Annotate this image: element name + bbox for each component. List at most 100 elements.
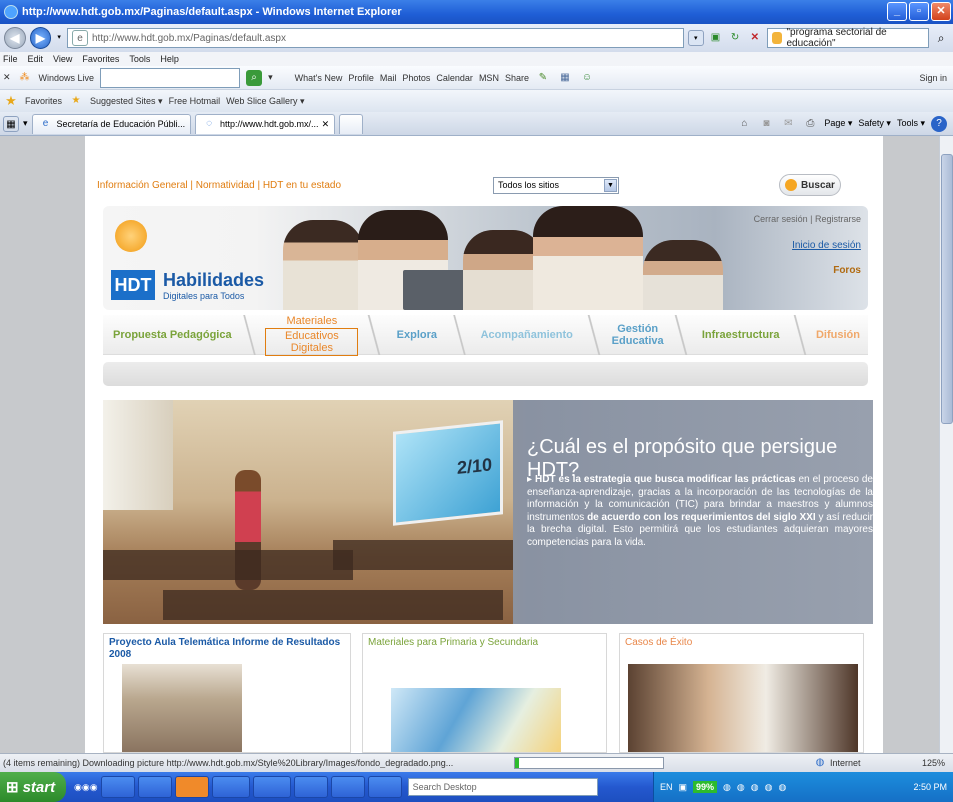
live-item-msn[interactable]: MSN — [479, 73, 499, 83]
nav-acompanamiento[interactable]: Acompañamiento — [467, 315, 586, 355]
forward-button[interactable]: ▶ — [29, 27, 52, 49]
quicklaunch-icon[interactable]: ◉ — [82, 782, 90, 793]
hero-banner[interactable]: 2/10 ¿Cuál es el propósito que persigue … — [103, 400, 873, 624]
nav-infraestructura[interactable]: Infraestructura — [689, 315, 792, 355]
tray-icon[interactable]: ◍ — [723, 782, 731, 793]
live-item-share[interactable]: Share — [505, 73, 529, 83]
search-field[interactable]: "programa sectorial de educación" — [766, 27, 930, 49]
live-item-mail[interactable]: Mail — [380, 73, 397, 83]
taskbar-window[interactable] — [137, 776, 172, 798]
fav-free-hotmail[interactable]: Free Hotmail — [169, 96, 221, 106]
taskbar-window[interactable] — [100, 776, 135, 798]
top-navigation[interactable]: Información General | Normatividad | HDT… — [97, 180, 341, 191]
live-search-button-icon[interactable]: ⌕ — [246, 69, 263, 86]
calendar-icon[interactable]: ▦ — [557, 70, 573, 86]
taskbar-window[interactable] — [174, 776, 209, 798]
fav-web-slice-gallery[interactable]: Web Slice Gallery ▾ — [226, 96, 304, 107]
search-icon[interactable]: ⌕ — [933, 30, 949, 46]
menu-help[interactable]: Help — [160, 54, 179, 64]
site-select[interactable]: Todos los sitios ▼ — [493, 177, 619, 194]
tab-close-icon[interactable]: ✕ — [322, 119, 330, 130]
tray-icon[interactable]: ◍ — [778, 782, 786, 793]
nav-materiales-educativos[interactable]: Materiales Educativos Digitales — [257, 315, 366, 356]
quicklaunch-icon[interactable]: ◉ — [90, 782, 98, 793]
safety-menu[interactable]: Safety ▾ — [858, 118, 891, 129]
quicklaunch-icon[interactable]: ◉ — [74, 782, 82, 793]
menu-tools[interactable]: Tools — [129, 54, 150, 64]
language-indicator[interactable]: EN — [660, 782, 673, 792]
forums-link[interactable]: Foros — [731, 265, 861, 276]
nav-gestion-educativa[interactable]: Gestión Educativa — [602, 315, 673, 355]
close-toolbar-icon[interactable]: ✕ — [3, 72, 11, 83]
maximize-button[interactable]: ▫ — [909, 2, 929, 21]
home-icon[interactable]: ⌂ — [736, 116, 752, 132]
stop-icon[interactable]: ✕ — [747, 30, 763, 46]
minimize-button[interactable]: _ — [887, 2, 907, 21]
tab-hdt[interactable]: ◌ http://www.hdt.gob.mx/... ✕ — [195, 113, 336, 134]
logout-register-links[interactable]: Cerrar sesión | Registrarse — [754, 214, 861, 224]
nav-difusion[interactable]: Difusión — [808, 315, 868, 355]
live-item-profile[interactable]: Profile — [348, 73, 374, 83]
fav-suggested-sites[interactable]: Suggested Sites ▾ — [90, 96, 163, 107]
menu-file[interactable]: File — [3, 54, 18, 64]
taskbar-window[interactable] — [252, 776, 291, 798]
close-button[interactable]: ✕ — [931, 2, 951, 21]
box-aula-telematica[interactable]: Proyecto Aula Telemática Informe de Resu… — [103, 633, 351, 753]
taskbar-window[interactable] — [211, 776, 250, 798]
compatibility-icon[interactable]: ▣ — [708, 30, 724, 46]
page-menu[interactable]: Page ▾ — [824, 118, 852, 129]
menu-edit[interactable]: Edit — [28, 54, 44, 64]
favorites-label[interactable]: Favorites — [25, 96, 62, 106]
search-button[interactable]: Buscar — [779, 174, 841, 196]
tab-sep[interactable]: e Secretaría de Educación Públi... — [31, 113, 192, 134]
messenger-icon[interactable]: ☺ — [579, 70, 595, 86]
chevron-down-icon[interactable]: ▾ — [55, 30, 63, 46]
live-item-whats-new[interactable]: What's New — [295, 73, 343, 83]
menu-view[interactable]: View — [53, 54, 72, 64]
new-tab-button[interactable] — [339, 113, 364, 134]
quick-tabs-icon[interactable]: ▦ — [3, 115, 19, 132]
feeds-icon[interactable]: ◙ — [758, 116, 774, 132]
live-item-photos[interactable]: Photos — [402, 73, 430, 83]
tray-icon[interactable]: ▣ — [679, 782, 688, 793]
live-search-input[interactable] — [100, 67, 241, 88]
tray-icon[interactable]: ◍ — [737, 782, 745, 793]
clock[interactable]: 2:50 PM — [913, 782, 953, 792]
dropdown-icon[interactable]: ▾ — [687, 30, 704, 46]
back-button[interactable]: ◀ — [4, 27, 26, 49]
windows-live-icon: ⁂ — [19, 71, 30, 83]
internet-zone-icon: ◍ — [815, 757, 825, 768]
add-favorite-icon[interactable]: ★ — [68, 93, 84, 109]
nav-explora[interactable]: Explora — [382, 315, 451, 355]
favorites-star-icon[interactable]: ★ — [3, 93, 19, 109]
zoom-level[interactable]: 125% — [922, 758, 945, 768]
address-field[interactable]: e http://www.hdt.gob.mx/Paginas/default.… — [66, 28, 684, 48]
start-button[interactable]: ⊞ start — [0, 772, 66, 802]
taskbar-window[interactable] — [293, 776, 328, 798]
taskbar-window[interactable] — [367, 776, 402, 798]
scrollbar-thumb[interactable] — [941, 154, 953, 424]
box-casos-exito[interactable]: Casos de Éxito — [619, 633, 864, 753]
tray-icon[interactable]: ◍ — [765, 782, 773, 793]
login-link[interactable]: Inicio de sesión — [731, 240, 861, 251]
print-icon[interactable]: ⎙ — [802, 116, 818, 132]
taskbar: ⊞ start ◉ ◉ ◉ Search Desktop EN ▣ 99% ◍ … — [0, 772, 953, 802]
box-materiales[interactable]: Materiales para Primaria y Secundaria — [362, 633, 607, 753]
tray-icon[interactable]: ◍ — [751, 782, 759, 793]
highlight-icon[interactable]: ✎ — [535, 70, 551, 86]
vertical-scrollbar[interactable] — [939, 136, 953, 753]
desktop-search-input[interactable]: Search Desktop — [407, 778, 598, 796]
mail-icon[interactable]: ✉ — [780, 116, 796, 132]
live-item-calendar[interactable]: Calendar — [436, 73, 473, 83]
help-icon[interactable]: ? — [931, 115, 947, 132]
tab-list-icon[interactable]: ▾ — [23, 118, 28, 129]
hdt-logo[interactable]: HDT — [111, 270, 155, 300]
sign-in-link[interactable]: Sign in — [919, 73, 947, 83]
menu-favorites[interactable]: Favorites — [82, 54, 119, 64]
nav-propuesta-pedagogica[interactable]: Propuesta Pedagógica — [103, 315, 242, 355]
chevron-down-icon[interactable]: ▾ — [268, 72, 273, 83]
battery-level[interactable]: 99% — [693, 781, 718, 793]
refresh-icon[interactable]: ↻ — [727, 30, 743, 46]
tools-menu[interactable]: Tools ▾ — [897, 118, 925, 129]
taskbar-window[interactable] — [330, 776, 365, 798]
